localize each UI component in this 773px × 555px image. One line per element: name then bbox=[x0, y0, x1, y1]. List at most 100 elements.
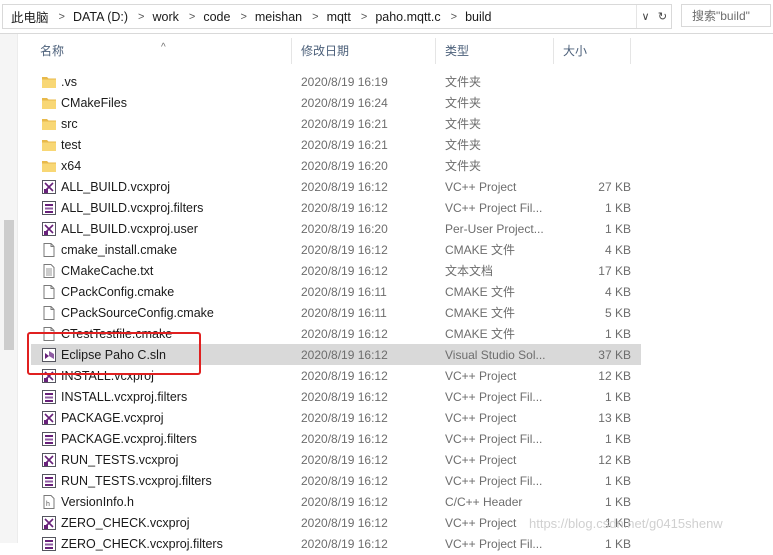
file-type: VC++ Project Fil... bbox=[445, 200, 543, 215]
file-name-cell[interactable]: .vs bbox=[31, 74, 292, 90]
file-row[interactable]: .vs 2020/8/19 16:19 文件夹 bbox=[31, 71, 641, 92]
file-type: VC++ Project bbox=[445, 452, 517, 467]
file-row[interactable]: x64 2020/8/19 16:20 文件夹 bbox=[31, 155, 641, 176]
file-row[interactable]: CMakeCache.txt 2020/8/19 16:12 文本文档 17 KB bbox=[31, 260, 641, 281]
file-row[interactable]: h VersionInfo.h 2020/8/19 16:12 C/C++ Heade… bbox=[31, 491, 641, 512]
file-name-cell[interactable]: CMakeFiles bbox=[31, 95, 292, 111]
file-row[interactable]: PACKAGE.vcxproj.filters 2020/8/19 16:12 VC… bbox=[31, 428, 641, 449]
file-name: PACKAGE.vcxproj.filters bbox=[61, 431, 197, 446]
file-name: x64 bbox=[61, 158, 82, 173]
column-date-label: 修改日期 bbox=[301, 44, 350, 58]
breadcrumb-item[interactable]: DATA (D:) bbox=[65, 10, 129, 24]
file-name-cell[interactable]: INSTALL.vcxproj.filters bbox=[31, 389, 292, 405]
file-row[interactable]: ALL_BUILD.vcxproj.user 2020/8/19 16:20 Per… bbox=[31, 218, 641, 239]
nav-scrollbar-thumb[interactable] bbox=[4, 220, 14, 350]
column-date[interactable]: 修改日期 bbox=[292, 38, 436, 64]
file-name: src bbox=[61, 116, 78, 131]
file-date: 2020/8/19 16:12 bbox=[301, 515, 388, 530]
file-type: C/C++ Header bbox=[445, 494, 523, 509]
file-date: 2020/8/19 16:12 bbox=[301, 473, 388, 488]
file-row[interactable]: CMakeFiles 2020/8/19 16:24 文件夹 bbox=[31, 92, 641, 113]
file-row[interactable]: INSTALL.vcxproj 2020/8/19 16:12 VC++ Proje… bbox=[31, 365, 641, 386]
file-name-cell[interactable]: CTestTestfile.cmake bbox=[31, 326, 292, 342]
file-row[interactable]: CTestTestfile.cmake 2020/8/19 16:12 CMAKE … bbox=[31, 323, 641, 344]
file-type: VC++ Project bbox=[445, 179, 517, 194]
breadcrumb-separator-icon[interactable]: > bbox=[352, 11, 367, 23]
file-name-cell[interactable]: test bbox=[31, 137, 292, 153]
column-name[interactable]: 名称 ^ bbox=[31, 38, 292, 64]
breadcrumb-item[interactable]: paho.mqtt.c bbox=[367, 10, 441, 24]
file-name-cell[interactable]: ZERO_CHECK.vcxproj.filters bbox=[31, 536, 292, 552]
file-row[interactable]: RUN_TESTS.vcxproj 2020/8/19 16:12 VC++ Pro… bbox=[31, 449, 641, 470]
file-row[interactable]: Eclipse Paho C.sln 2020/8/19 16:12 Visual … bbox=[31, 344, 641, 365]
search-input[interactable]: 搜索"build" bbox=[681, 4, 771, 27]
breadcrumb-item[interactable]: work bbox=[144, 10, 179, 24]
file-name: ALL_BUILD.vcxproj.user bbox=[61, 221, 198, 236]
file-date: 2020/8/19 16:12 bbox=[301, 452, 388, 467]
file-name: .vs bbox=[61, 74, 77, 89]
file-name-cell[interactable]: x64 bbox=[31, 158, 292, 174]
file-name-cell[interactable]: Eclipse Paho C.sln bbox=[31, 347, 292, 363]
file-row[interactable]: CPackSourceConfig.cmake 2020/8/19 16:11 CM… bbox=[31, 302, 641, 323]
column-type-label: 类型 bbox=[445, 44, 470, 58]
column-size-label: 大小 bbox=[563, 44, 588, 58]
file-type: CMAKE 文件 bbox=[445, 306, 516, 320]
file-row[interactable]: test 2020/8/19 16:21 文件夹 bbox=[31, 134, 641, 155]
breadcrumb-separator-icon[interactable]: > bbox=[180, 11, 195, 23]
file-size: 27 KB bbox=[598, 179, 631, 194]
file-row[interactable]: ALL_BUILD.vcxproj 2020/8/19 16:12 VC++ Pro… bbox=[31, 176, 641, 197]
file-type: Visual Studio Sol... bbox=[445, 347, 546, 362]
file-name-cell[interactable]: ALL_BUILD.vcxproj.user bbox=[31, 221, 292, 237]
file-name-cell[interactable]: PACKAGE.vcxproj.filters bbox=[31, 431, 292, 447]
breadcrumb-item[interactable]: code bbox=[195, 10, 231, 24]
file-name-cell[interactable]: ZERO_CHECK.vcxproj bbox=[31, 515, 292, 531]
folder-icon bbox=[41, 137, 57, 153]
file-name-cell[interactable]: RUN_TESTS.vcxproj.filters bbox=[31, 473, 292, 489]
file-name-cell[interactable]: ALL_BUILD.vcxproj bbox=[31, 179, 292, 195]
breadcrumb-item[interactable]: mqtt bbox=[319, 10, 352, 24]
file-name-cell[interactable]: RUN_TESTS.vcxproj bbox=[31, 452, 292, 468]
file-row[interactable]: PACKAGE.vcxproj 2020/8/19 16:12 VC++ Proje… bbox=[31, 407, 641, 428]
breadcrumb-separator-icon[interactable]: > bbox=[129, 11, 144, 23]
file-name-cell[interactable]: ALL_BUILD.vcxproj.filters bbox=[31, 200, 292, 216]
file-size: 13 KB bbox=[598, 410, 631, 425]
file-name: Eclipse Paho C.sln bbox=[61, 347, 166, 362]
address-bar[interactable]: 此电脑 > DATA (D:) > work > code > meishan > mqtt > pah… bbox=[2, 4, 672, 29]
file-name: RUN_TESTS.vcxproj bbox=[61, 452, 179, 467]
history-dropdown-icon[interactable]: ∨ bbox=[637, 10, 654, 23]
filters-icon bbox=[41, 473, 57, 489]
breadcrumb-separator-icon[interactable]: > bbox=[303, 11, 318, 23]
file-row[interactable]: ALL_BUILD.vcxproj.filters 2020/8/19 16:12… bbox=[31, 197, 641, 218]
file-type: 文件夹 bbox=[445, 96, 482, 110]
breadcrumb-separator-icon[interactable]: > bbox=[442, 11, 457, 23]
file-size: 17 KB bbox=[598, 263, 631, 278]
file-name-cell[interactable]: CPackConfig.cmake bbox=[31, 284, 292, 300]
file-name-cell[interactable]: INSTALL.vcxproj bbox=[31, 368, 292, 384]
file-date: 2020/8/19 16:11 bbox=[301, 305, 387, 320]
file-row[interactable]: ZERO_CHECK.vcxproj.filters 2020/8/19 16:1… bbox=[31, 533, 641, 554]
file-date: 2020/8/19 16:12 bbox=[301, 536, 388, 551]
file-row[interactable]: RUN_TESTS.vcxproj.filters 2020/8/19 16:12… bbox=[31, 470, 641, 491]
file-name-cell[interactable]: src bbox=[31, 116, 292, 132]
breadcrumb-item[interactable]: 此电脑 bbox=[3, 7, 50, 26]
column-type[interactable]: 类型 bbox=[436, 38, 554, 64]
breadcrumb-item[interactable]: meishan bbox=[247, 10, 303, 24]
header-file-icon: h bbox=[41, 494, 57, 510]
file-row[interactable]: INSTALL.vcxproj.filters 2020/8/19 16:12 VC… bbox=[31, 386, 641, 407]
refresh-icon[interactable]: ↻ bbox=[654, 10, 671, 23]
breadcrumb-item[interactable]: build bbox=[457, 10, 492, 24]
file-name-cell[interactable]: h VersionInfo.h bbox=[31, 494, 292, 510]
column-size[interactable]: 大小 bbox=[554, 38, 631, 64]
file-name-cell[interactable]: cmake_install.cmake bbox=[31, 242, 292, 258]
svg-text:h: h bbox=[46, 501, 50, 508]
file-name-cell[interactable]: CMakeCache.txt bbox=[31, 263, 292, 279]
file-list: .vs 2020/8/19 16:19 文件夹 CMakeFiles 2020/8/19… bbox=[31, 71, 641, 554]
file-size: 1 KB bbox=[604, 431, 631, 446]
file-row[interactable]: CPackConfig.cmake 2020/8/19 16:11 CMAKE 文件… bbox=[31, 281, 641, 302]
breadcrumb-separator-icon[interactable]: > bbox=[50, 11, 65, 23]
file-row[interactable]: src 2020/8/19 16:21 文件夹 bbox=[31, 113, 641, 134]
file-name-cell[interactable]: PACKAGE.vcxproj bbox=[31, 410, 292, 426]
file-name-cell[interactable]: CPackSourceConfig.cmake bbox=[31, 305, 292, 321]
breadcrumb-separator-icon[interactable]: > bbox=[231, 11, 246, 23]
file-row[interactable]: cmake_install.cmake 2020/8/19 16:12 CMAKE … bbox=[31, 239, 641, 260]
